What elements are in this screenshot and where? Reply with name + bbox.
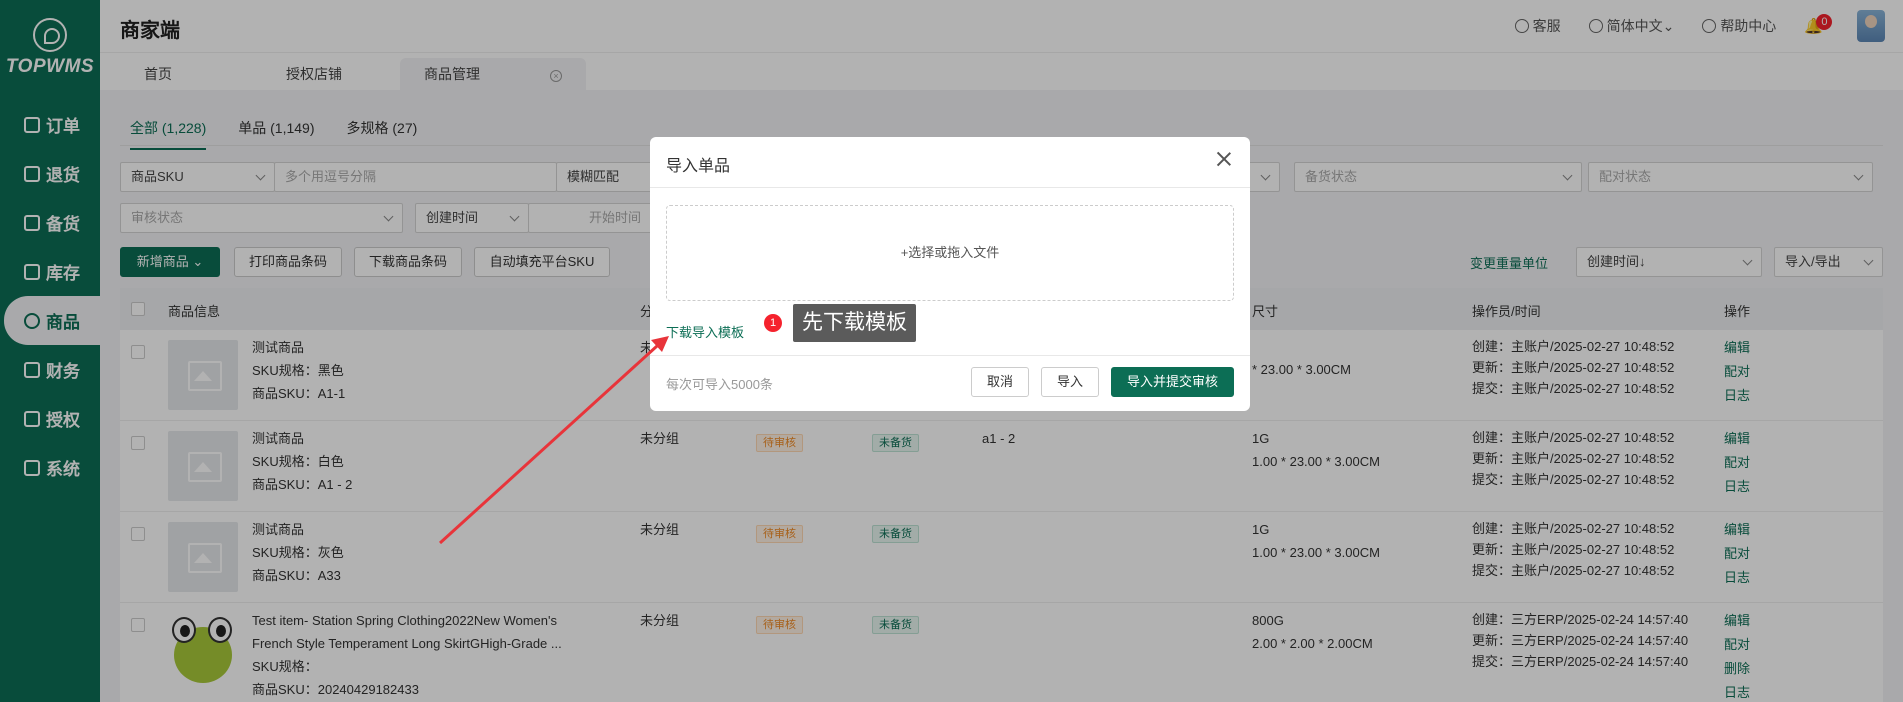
- step-number-badge: 1: [764, 314, 782, 332]
- arrow-line: [438, 344, 659, 545]
- annotation-callout: 先下载模板: [793, 304, 916, 342]
- annotation-arrow: [438, 336, 669, 545]
